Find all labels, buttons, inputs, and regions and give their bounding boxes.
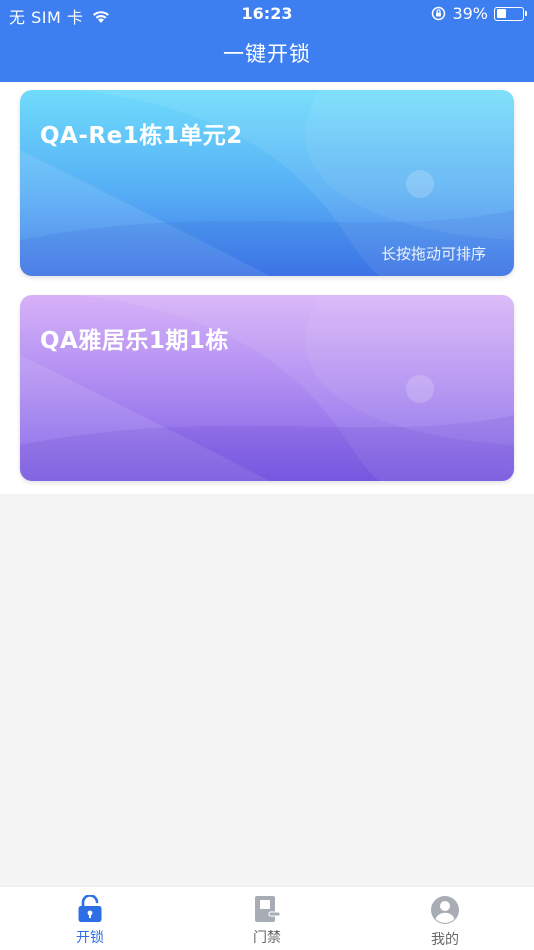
battery-percent: 39%: [452, 4, 488, 23]
lock-card-name: QA雅居乐1期1栋: [40, 328, 229, 354]
tab-label: 开锁: [76, 930, 104, 946]
tab-mine[interactable]: 我的: [385, 895, 505, 950]
header-bar: 无 SIM 卡 16:23 39% 一键开锁: [0, 0, 534, 82]
lock-card-name: QA-Re1栋1单元2: [40, 123, 243, 149]
lock-card-1[interactable]: QA-Re1栋1单元2 长按拖动可排序: [20, 90, 514, 276]
lock-open-icon: [78, 895, 102, 922]
page-title: 一键开锁: [223, 42, 311, 66]
status-bar: 无 SIM 卡 16:23 39%: [0, 0, 534, 28]
door-access-icon: [255, 896, 281, 922]
drag-sort-hint: 长按拖动可排序: [380, 245, 486, 263]
battery-icon: [494, 6, 527, 21]
tab-unlock[interactable]: 开锁: [30, 895, 150, 950]
status-right: 39%: [431, 4, 527, 23]
lock-card-2[interactable]: QA雅居乐1期1栋: [20, 295, 514, 481]
tab-label: 门禁: [253, 930, 281, 946]
tab-door-access[interactable]: 门禁: [207, 895, 327, 950]
battery-level: [496, 9, 506, 18]
tab-label: 我的: [431, 932, 459, 948]
tab-bar: 开锁 门禁 我的: [0, 886, 534, 950]
lock-list: QA-Re1栋1单元2 长按拖动可排序 QA雅居乐1期1栋: [0, 82, 534, 494]
orientation-lock-icon: [432, 6, 446, 21]
user-icon: [431, 896, 459, 924]
